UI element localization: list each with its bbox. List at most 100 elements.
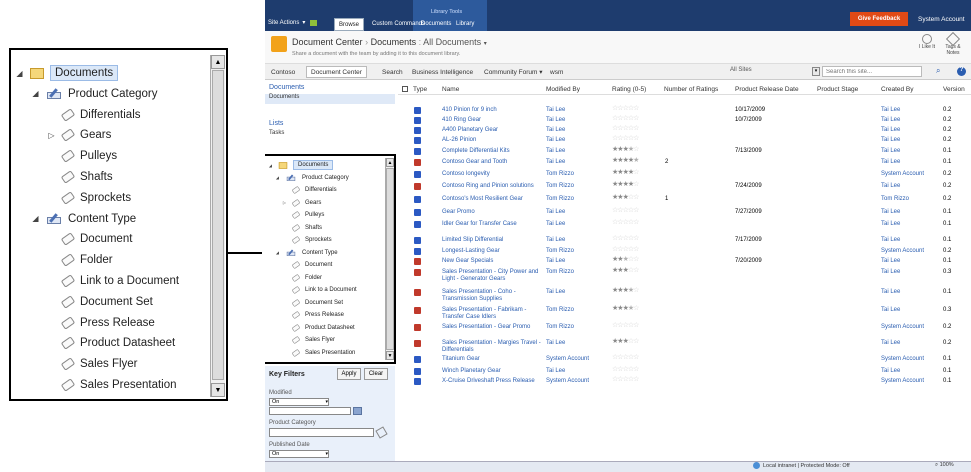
like-it-button[interactable]: I Like It (918, 34, 936, 50)
help-icon[interactable]: ? (957, 67, 966, 76)
modified-by-link[interactable]: Tai Lee (546, 148, 565, 155)
tree-node-differentials[interactable]: Differentials (282, 185, 337, 195)
select-all-checkbox[interactable] (402, 86, 408, 92)
created-by-link[interactable]: System Account (881, 171, 924, 178)
product-category-input[interactable] (269, 428, 374, 437)
document-name-link[interactable]: Complete Differential Kits (442, 148, 542, 155)
column-header-version[interactable]: Version (943, 86, 965, 93)
scroll-thumb[interactable] (212, 70, 224, 380)
document-file-icon[interactable] (414, 221, 421, 228)
quicklaunch-heading-lists[interactable]: Lists (269, 120, 283, 127)
modified-operator-select[interactable]: On ▾ (269, 398, 329, 406)
rating-stars[interactable]: ☆☆☆☆☆ (612, 376, 639, 384)
breadcrumb-site[interactable]: Document Center (292, 37, 363, 47)
rating-stars[interactable]: ★★★☆☆ (612, 256, 639, 264)
tree-node-documents[interactable]: ◢ Documents (268, 160, 334, 170)
document-name-link[interactable]: Idler Gear for Transfer Case (442, 221, 542, 228)
document-file-icon[interactable] (414, 117, 421, 124)
navigate-up-icon[interactable] (310, 19, 318, 26)
apply-button[interactable]: Apply (337, 368, 361, 380)
nav-tab-community-forum[interactable]: Community Forum ▾ (484, 66, 543, 78)
document-name-link[interactable]: Contoso longevity (442, 171, 542, 178)
pdf-file-icon[interactable] (414, 340, 421, 347)
column-header-type[interactable]: Type (413, 86, 427, 93)
tree-node-folder[interactable]: Folder (282, 273, 322, 283)
modified-by-link[interactable]: Tai Lee (546, 209, 565, 216)
document-name-link[interactable]: Sales Presentation - Fabrikam - Transfer… (442, 307, 542, 320)
tree-node-link-to-a-document[interactable]: Link to a Document (282, 285, 357, 295)
pdf-file-icon[interactable] (414, 269, 421, 276)
modified-by-link[interactable]: System Account (546, 356, 589, 363)
tree-node-sales-flyer[interactable]: Sales Flyer (282, 335, 335, 345)
scroll-down-button[interactable]: ▼ (211, 383, 225, 397)
expand-icon[interactable]: ▷ (282, 200, 287, 205)
modified-by-link[interactable]: Tai Lee (546, 137, 565, 144)
collapse-icon[interactable]: ◢ (31, 214, 40, 223)
rating-stars[interactable]: ☆☆☆☆☆ (612, 207, 639, 215)
created-by-link[interactable]: System Account (881, 324, 924, 331)
table-row[interactable]: Winch Planetary Gear Tai Lee ☆☆☆☆☆ Tai Lee 0… (398, 366, 971, 378)
tree-scrollbar[interactable]: ▲ ▼ (210, 55, 225, 397)
zoom-control[interactable]: ⌕ 100% (935, 462, 954, 469)
document-name-link[interactable]: Contoso Gear and Tooth (442, 159, 542, 166)
document-file-icon[interactable] (414, 196, 421, 203)
rating-stars[interactable]: ★★★★☆ (612, 181, 639, 189)
give-feedback-button[interactable]: Give Feedback (850, 12, 908, 26)
created-by-link[interactable]: Tai Lee (881, 237, 900, 244)
document-name-link[interactable]: Sales Presentation - Coho - Transmission… (442, 289, 542, 302)
modified-by-link[interactable]: Tai Lee (546, 237, 565, 244)
collapse-icon[interactable]: ◢ (275, 250, 280, 255)
tree-node-documents[interactable]: ◢ Documents (15, 64, 119, 82)
table-row[interactable]: Sales Presentation - City Power and Ligh… (398, 267, 971, 282)
tree-node-document[interactable]: Document (282, 260, 332, 270)
modified-by-link[interactable]: Tai Lee (546, 289, 565, 296)
nav-tab-contoso[interactable]: Contoso (271, 66, 295, 78)
nav-tab-business-intelligence[interactable]: Business Intelligence (412, 66, 473, 78)
calendar-icon[interactable] (353, 407, 362, 415)
search-input[interactable] (822, 66, 922, 77)
document-file-icon[interactable] (414, 209, 421, 216)
rating-stars[interactable]: ★★★☆☆ (612, 194, 639, 202)
tree-node-document[interactable]: Document (47, 230, 132, 248)
tree-node-content-type[interactable]: ◢ Content Type (275, 248, 338, 258)
created-by-link[interactable]: Tai Lee (881, 159, 900, 166)
rating-stars[interactable]: ☆☆☆☆☆ (612, 354, 639, 362)
modified-by-link[interactable]: Tom Rizzo (546, 269, 574, 276)
document-file-icon[interactable] (414, 137, 421, 144)
document-name-link[interactable]: Sales Presentation - Gear Promo (442, 324, 542, 331)
document-name-link[interactable]: X-Cruise Driveshaft Press Release (442, 378, 542, 385)
modified-by-link[interactable]: Tai Lee (546, 159, 565, 166)
quicklaunch-item-documents[interactable]: Documents (265, 94, 395, 104)
column-header-product-stage[interactable]: Product Stage (817, 86, 858, 93)
tree-node-sales-presentation[interactable]: Sales Presentation (47, 376, 177, 394)
rating-stars[interactable]: ☆☆☆☆☆ (612, 322, 639, 330)
document-file-icon[interactable] (414, 237, 421, 244)
modified-by-link[interactable]: Tom Rizzo (546, 248, 574, 255)
tree-node-press-release[interactable]: Press Release (47, 314, 155, 332)
pdf-file-icon[interactable] (414, 258, 421, 265)
rating-stars[interactable]: ☆☆☆☆☆ (612, 235, 639, 243)
modified-by-link[interactable]: Tai Lee (546, 127, 565, 134)
table-row[interactable]: Sales Presentation - Fabrikam - Transfer… (398, 305, 971, 320)
tree-node-pulleys[interactable]: Pulleys (282, 210, 324, 220)
modified-by-link[interactable]: Tom Rizzo (546, 183, 574, 190)
document-name-link[interactable]: Contoso's Most Resilient Gear (442, 196, 542, 203)
table-row[interactable]: Complete Differential Kits Tai Lee ★★★★☆ 7/… (398, 146, 971, 158)
tree-node-sales-flyer[interactable]: Sales Flyer (47, 355, 138, 373)
column-header-rating[interactable]: Rating (0-5) (612, 86, 646, 93)
document-file-icon[interactable] (414, 248, 421, 255)
modified-by-link[interactable]: Tai Lee (546, 340, 565, 347)
document-name-link[interactable]: Titanium Gear (442, 356, 542, 363)
term-picker-icon[interactable] (375, 426, 388, 439)
document-name-link[interactable]: AL-26 Pinion (442, 137, 542, 144)
tree-node-shafts[interactable]: Shafts (282, 223, 322, 233)
modified-date-input[interactable] (269, 407, 351, 415)
collapse-icon[interactable]: ◢ (15, 69, 24, 78)
rating-stars[interactable]: ☆☆☆☆☆ (612, 115, 639, 123)
tags-notes-button[interactable]: Tags & Notes (941, 31, 965, 56)
document-name-link[interactable]: A400 Planetary Gear (442, 127, 542, 134)
tree-node-gears[interactable]: ▷ Gears (282, 198, 321, 208)
created-by-link[interactable]: Tai Lee (881, 269, 900, 276)
clear-button[interactable]: Clear (364, 368, 388, 380)
rating-stars[interactable]: ★★★★☆ (612, 169, 639, 177)
